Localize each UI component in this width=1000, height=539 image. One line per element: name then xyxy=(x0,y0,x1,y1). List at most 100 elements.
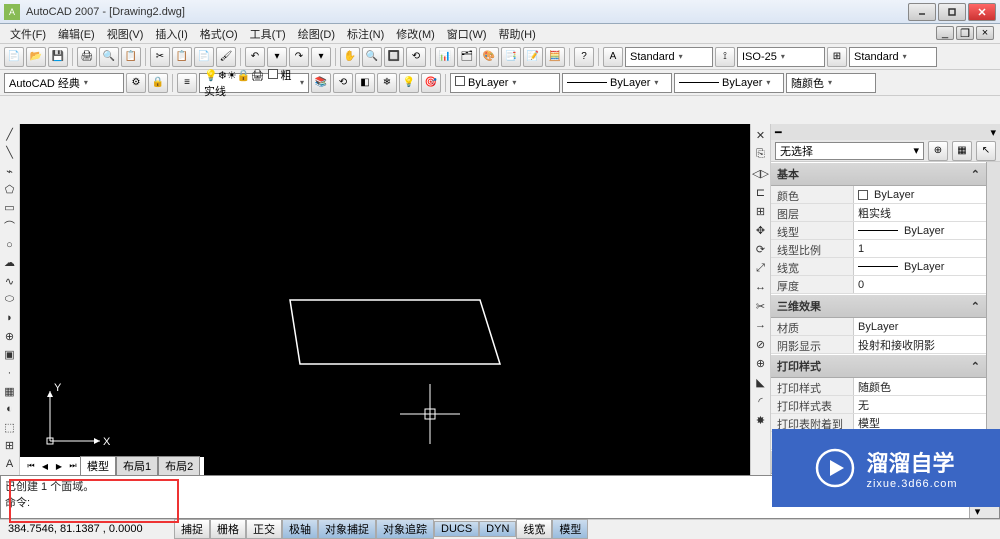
stretch-icon[interactable]: ↔ xyxy=(752,278,770,296)
cut-icon[interactable]: ✂ xyxy=(150,47,170,67)
workspace-select[interactable]: AutoCAD 经典▾ xyxy=(4,73,124,93)
revcloud-icon[interactable]: ☁ xyxy=(1,254,19,271)
extend-icon[interactable]: → xyxy=(752,316,770,334)
insert-icon[interactable]: ⊕ xyxy=(1,327,19,344)
tab-first[interactable]: ⏮ xyxy=(24,459,38,473)
lineweight-select[interactable]: ByLayer▾ xyxy=(674,73,784,93)
menu-edit[interactable]: 编辑(E) xyxy=(52,24,101,44)
props-icon[interactable]: 📊 xyxy=(435,47,455,67)
layer-mgr-icon[interactable]: 📚 xyxy=(311,73,331,93)
menu-help[interactable]: 帮助(H) xyxy=(493,24,542,44)
pan-icon[interactable]: ✋ xyxy=(340,47,360,67)
layer-freeze-icon[interactable]: ❄ xyxy=(377,73,397,93)
undo-drop[interactable]: ▾ xyxy=(267,47,287,67)
prop-ptable-value[interactable]: 无 xyxy=(853,396,986,413)
coordinates[interactable]: 384.7546, 81.1387 , 0.0000 xyxy=(4,523,174,535)
join-icon[interactable]: ⊕ xyxy=(752,354,770,372)
menu-window[interactable]: 窗口(W) xyxy=(441,24,493,44)
point-icon[interactable]: · xyxy=(1,364,19,381)
gradient-icon[interactable]: ◐ xyxy=(1,401,19,418)
plot-icon[interactable]: 🖨 xyxy=(77,47,97,67)
grid-toggle[interactable]: 栅格 xyxy=(210,519,246,539)
tab-layout2[interactable]: 布局2 xyxy=(158,456,200,475)
undo-icon[interactable]: ↶ xyxy=(245,47,265,67)
minimize-button[interactable] xyxy=(908,3,936,21)
ellipsearc-icon[interactable]: ◗ xyxy=(1,309,19,326)
prop-lweight-value[interactable]: ByLayer xyxy=(853,258,986,275)
panel-close-icon[interactable]: ▾ xyxy=(990,126,996,139)
break-icon[interactable]: ⊘ xyxy=(752,335,770,353)
tab-model[interactable]: 模型 xyxy=(80,456,116,475)
erase-icon[interactable]: ✕ xyxy=(752,126,770,144)
prop-pstyle-value[interactable]: 随颜色 xyxy=(853,378,986,395)
ws-lock-icon[interactable]: 🔒 xyxy=(148,73,168,93)
tab-prev[interactable]: ◀ xyxy=(38,459,52,473)
move-icon[interactable]: ✥ xyxy=(752,221,770,239)
block-icon[interactable]: ▣ xyxy=(1,346,19,363)
redo-drop[interactable]: ▾ xyxy=(311,47,331,67)
help-icon[interactable]: ? xyxy=(574,47,594,67)
circle-icon[interactable]: ○ xyxy=(1,236,19,253)
zoom-rt-icon[interactable]: 🔍 xyxy=(362,47,382,67)
trim-icon[interactable]: ✂ xyxy=(752,297,770,315)
close-button[interactable] xyxy=(968,3,996,21)
layer-states-icon[interactable]: ≡ xyxy=(177,73,197,93)
group-plot[interactable]: 打印样式⌃ xyxy=(771,354,986,378)
menu-dimension[interactable]: 标注(N) xyxy=(341,24,390,44)
textstyle-select[interactable]: Standard▾ xyxy=(625,47,713,67)
polar-toggle[interactable]: 极轴 xyxy=(282,519,318,539)
copy-icon[interactable]: 📋 xyxy=(172,47,192,67)
maximize-button[interactable] xyxy=(938,3,966,21)
hatch-icon[interactable]: ▦ xyxy=(1,382,19,399)
dyn-toggle[interactable]: DYN xyxy=(479,521,516,537)
ellipse-icon[interactable]: ⬭ xyxy=(1,291,19,308)
drawing-canvas[interactable]: X Y ⏮ ◀ ▶ ⏭ 模型 布局1 布局2 xyxy=(20,124,750,475)
menu-file[interactable]: 文件(F) xyxy=(4,24,52,44)
line-icon[interactable]: ╱ xyxy=(1,126,19,143)
layer-off-icon[interactable]: 💡 xyxy=(399,73,419,93)
selectobj-icon[interactable]: ↖ xyxy=(976,141,996,161)
preview-icon[interactable]: 🔍 xyxy=(99,47,119,67)
pline-icon[interactable]: ⌁ xyxy=(1,163,19,180)
dc-icon[interactable]: 🗂 xyxy=(457,47,477,67)
calc-icon[interactable]: 🧮 xyxy=(545,47,565,67)
menu-insert[interactable]: 插入(I) xyxy=(149,24,193,44)
polygon-icon[interactable]: ⬠ xyxy=(1,181,19,198)
menu-draw[interactable]: 绘图(D) xyxy=(292,24,341,44)
group-3d[interactable]: 三维效果⌃ xyxy=(771,294,986,318)
array-icon[interactable]: ⊞ xyxy=(752,202,770,220)
chamfer-icon[interactable]: ◣ xyxy=(752,373,770,391)
model-toggle[interactable]: 模型 xyxy=(552,519,588,539)
open-icon[interactable]: 📂 xyxy=(26,47,46,67)
scale-icon[interactable]: ⤢ xyxy=(752,259,770,277)
quickselect-icon[interactable]: ⊕ xyxy=(928,141,948,161)
prop-color-value[interactable]: ByLayer xyxy=(853,186,986,203)
snap-toggle[interactable]: 捕捉 xyxy=(174,519,210,539)
publish-icon[interactable]: 📋 xyxy=(121,47,141,67)
prop-mat-value[interactable]: ByLayer xyxy=(853,318,986,335)
spline-icon[interactable]: ∿ xyxy=(1,273,19,290)
tab-next[interactable]: ▶ xyxy=(52,459,66,473)
prop-shadow-value[interactable]: 投射和接收阴影 xyxy=(853,336,986,353)
linetype-select[interactable]: ByLayer▾ xyxy=(562,73,672,93)
dimstyle-icon[interactable]: ⟟ xyxy=(715,47,735,67)
dash-handle-icon[interactable]: ━ xyxy=(775,126,782,139)
prop-layer-value[interactable]: 粗实线 xyxy=(853,204,986,221)
menu-view[interactable]: 视图(V) xyxy=(101,24,150,44)
tablestyle-icon[interactable]: ⊞ xyxy=(827,47,847,67)
ssm-icon[interactable]: 📑 xyxy=(501,47,521,67)
copy2-icon[interactable]: ⎘ xyxy=(752,145,770,163)
region-icon[interactable]: ⬚ xyxy=(1,419,19,436)
dimstyle-select[interactable]: ISO-25▾ xyxy=(737,47,825,67)
menu-format[interactable]: 格式(O) xyxy=(194,24,244,44)
ortho-toggle[interactable]: 正交 xyxy=(246,519,282,539)
offset-icon[interactable]: ⊏ xyxy=(752,183,770,201)
mtext-icon[interactable]: A xyxy=(1,456,19,473)
ducs-toggle[interactable]: DUCS xyxy=(434,521,479,537)
group-basic[interactable]: 基本⌃ xyxy=(771,162,986,186)
plotstyle-select[interactable]: 随颜色▾ xyxy=(786,73,876,93)
osnap-toggle[interactable]: 对象捕捉 xyxy=(318,519,376,539)
layer-select[interactable]: 💡❄☀🔒🖨 粗实线▾ xyxy=(199,73,309,93)
selection-dropdown[interactable]: 无选择▾ xyxy=(775,142,924,160)
rectangle-icon[interactable]: ▭ xyxy=(1,199,19,216)
